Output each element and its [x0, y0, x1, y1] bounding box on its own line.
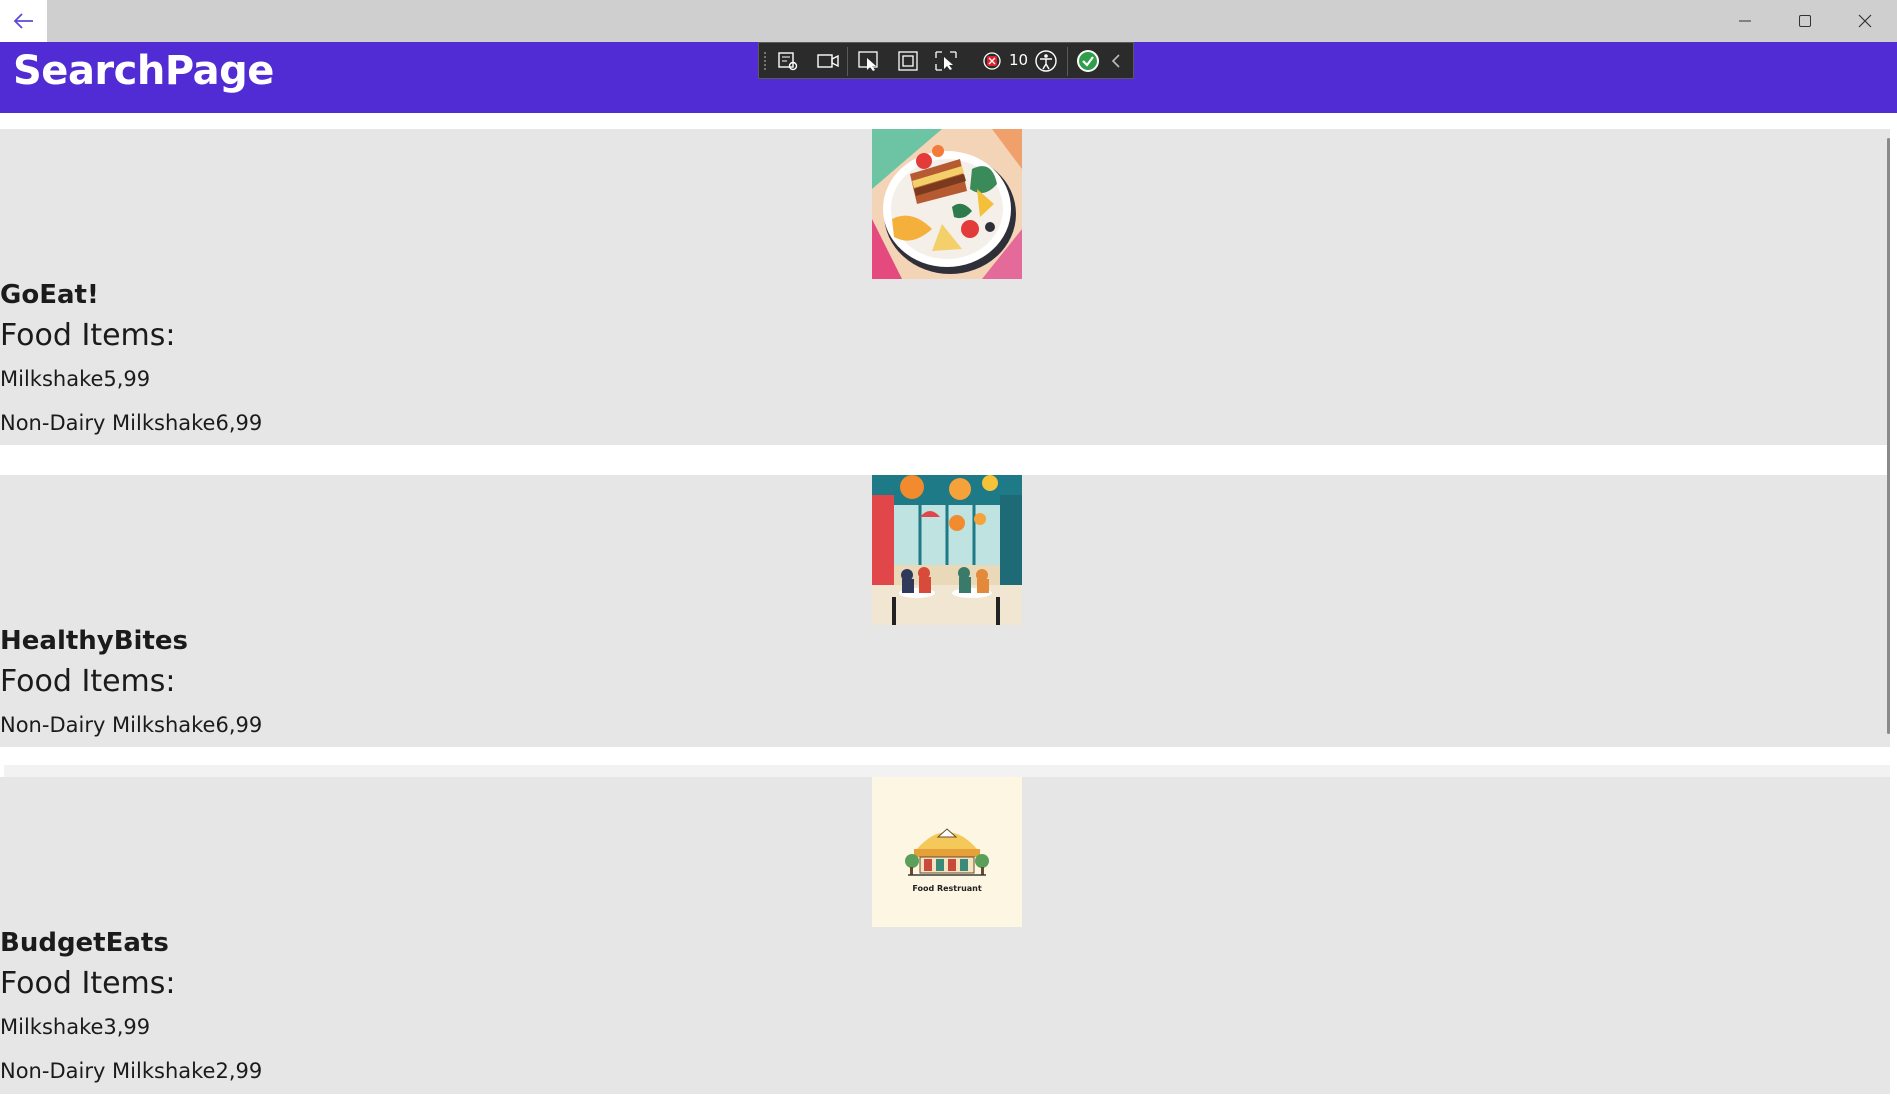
restaurant-image [872, 129, 1022, 279]
minimize-icon [1739, 20, 1751, 22]
toolbar-grip[interactable] [763, 51, 767, 71]
food-item: Non-Dairy Milkshake6,99 [0, 411, 263, 435]
debug-toolbar: 10 [758, 42, 1134, 79]
restaurant-name: BudgetEats [0, 928, 169, 958]
food-items-label: Food Items: [0, 966, 176, 1001]
maximize-button[interactable] [1775, 0, 1835, 42]
select-element-icon[interactable] [856, 49, 882, 73]
minimize-button[interactable] [1715, 0, 1775, 42]
video-camera-icon[interactable] [815, 49, 841, 73]
hot-reload-status-icon[interactable] [1075, 49, 1101, 73]
list-item[interactable]: Food Restruant BudgetEats Food Items: Mi… [0, 777, 1890, 1094]
window-title-bar [0, 0, 1897, 42]
binding-failures-icon[interactable] [979, 49, 1005, 73]
logo-text: Food Restruant [912, 884, 982, 893]
back-button[interactable] [0, 0, 47, 42]
binding-failures-count: 10 [1009, 51, 1029, 69]
list-separator [4, 765, 1890, 777]
food-item: Milkshake3,99 [0, 1015, 151, 1039]
food-items-label: Food Items: [0, 664, 176, 699]
maximize-icon [1799, 15, 1811, 27]
display-layout-adorners-icon[interactable] [895, 49, 921, 73]
track-focus-icon[interactable] [933, 49, 959, 73]
food-items-label: Food Items: [0, 318, 176, 353]
vertical-scrollbar[interactable] [1887, 138, 1890, 734]
food-item: Milkshake5,99 [0, 367, 151, 391]
accessibility-icon[interactable] [1033, 49, 1059, 73]
page-title: SearchPage [13, 48, 274, 94]
live-visual-tree-icon[interactable] [775, 49, 801, 73]
food-item: Non-Dairy Milkshake6,99 [0, 713, 263, 737]
list-item[interactable]: GoEat! Food Items: Milkshake5,99 Non-Dai… [0, 129, 1890, 445]
collapse-toolbar-icon[interactable] [1103, 49, 1129, 73]
restaurant-image: Food Restruant [872, 777, 1022, 927]
close-icon [1858, 14, 1872, 28]
restaurant-name: HealthyBites [0, 626, 189, 656]
restaurant-image [872, 475, 1022, 625]
close-button[interactable] [1835, 0, 1895, 42]
food-item: Non-Dairy Milkshake2,99 [0, 1059, 263, 1083]
restaurant-name: GoEat! [0, 280, 99, 310]
back-arrow-icon [13, 13, 33, 29]
list-item[interactable]: HealthyBites Food Items: Non-Dairy Milks… [0, 475, 1890, 747]
